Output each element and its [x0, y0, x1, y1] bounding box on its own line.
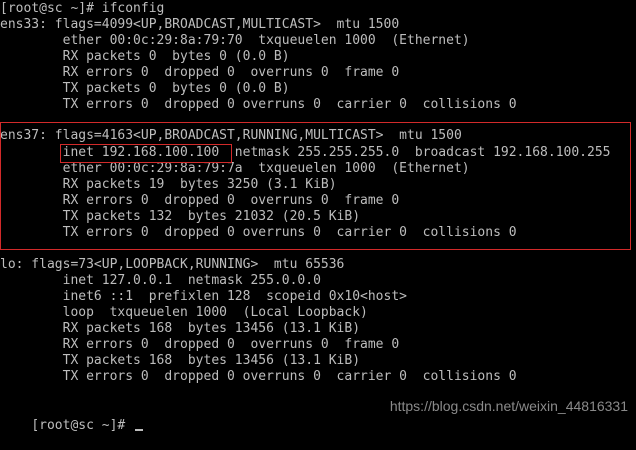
ens37-highlight-box	[0, 122, 631, 250]
terminal-line: RX errors 0 dropped 0 overruns 0 frame 0	[0, 65, 400, 80]
inet-highlight-box	[60, 144, 232, 163]
terminal-line: ens33: flags=4099<UP,BROADCAST,MULTICAST…	[0, 17, 400, 32]
watermark-text: https://blog.csdn.net/weixin_44816331	[389, 398, 628, 414]
terminal-line: RX packets 0 bytes 0 (0.0 B)	[0, 49, 290, 64]
prompt-text: [root@sc ~]#	[31, 418, 134, 433]
terminal-window[interactable]: [root@sc ~]# ifconfig ens33: flags=4099<…	[0, 0, 636, 433]
terminal-line: TX errors 0 dropped 0 overruns 0 carrier…	[0, 369, 517, 384]
terminal-line: ether 00:0c:29:8a:79:70 txqueuelen 1000 …	[0, 33, 470, 48]
terminal-line: RX errors 0 dropped 0 overruns 0 frame 0	[0, 337, 400, 352]
terminal-line: TX errors 0 dropped 0 overruns 0 carrier…	[0, 97, 517, 112]
text-cursor	[135, 429, 144, 431]
terminal-line: TX packets 0 bytes 0 (0.0 B)	[0, 81, 290, 96]
terminal-line: inet 127.0.0.1 netmask 255.0.0.0	[0, 273, 321, 288]
terminal-line: inet6 ::1 prefixlen 128 scopeid 0x10<hos…	[0, 289, 407, 304]
prompt-line: [root@sc ~]# ifconfig	[0, 1, 165, 16]
terminal-line: TX packets 168 bytes 13456 (13.1 KiB)	[0, 353, 361, 368]
prompt-line-current[interactable]: [root@sc ~]#	[0, 402, 144, 433]
terminal-line: lo: flags=73<UP,LOOPBACK,RUNNING> mtu 65…	[0, 257, 345, 272]
terminal-line: loop txqueuelen 1000 (Local Loopback)	[0, 305, 368, 320]
terminal-line: RX packets 168 bytes 13456 (13.1 KiB)	[0, 321, 361, 336]
